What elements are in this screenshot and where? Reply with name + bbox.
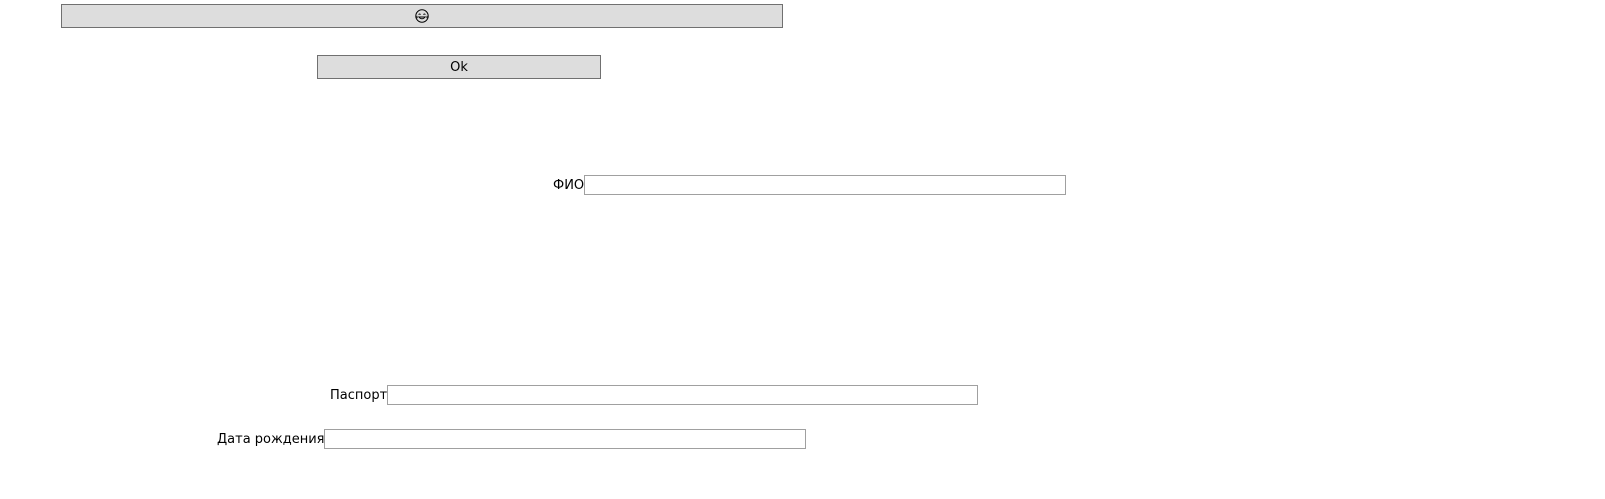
- birth-date-label: Дата рождения: [217, 431, 325, 447]
- passport-label: Паспорт: [330, 387, 388, 403]
- fio-field[interactable]: [584, 175, 1067, 195]
- birth-date-field[interactable]: [324, 429, 807, 449]
- fio-row: ФИО: [553, 175, 1067, 195]
- birth-date-row: Дата рождения: [217, 429, 807, 449]
- passport-row: Паспорт: [330, 385, 979, 405]
- face-with-tears-of-joy-icon: [415, 9, 429, 23]
- passport-field[interactable]: [387, 385, 979, 405]
- emoji-button[interactable]: [61, 4, 783, 28]
- window-content: Ok ФИО Паспорт Дата рождения: [0, 0, 1605, 499]
- fio-label: ФИО: [553, 177, 585, 193]
- ok-button[interactable]: Ok: [317, 55, 601, 79]
